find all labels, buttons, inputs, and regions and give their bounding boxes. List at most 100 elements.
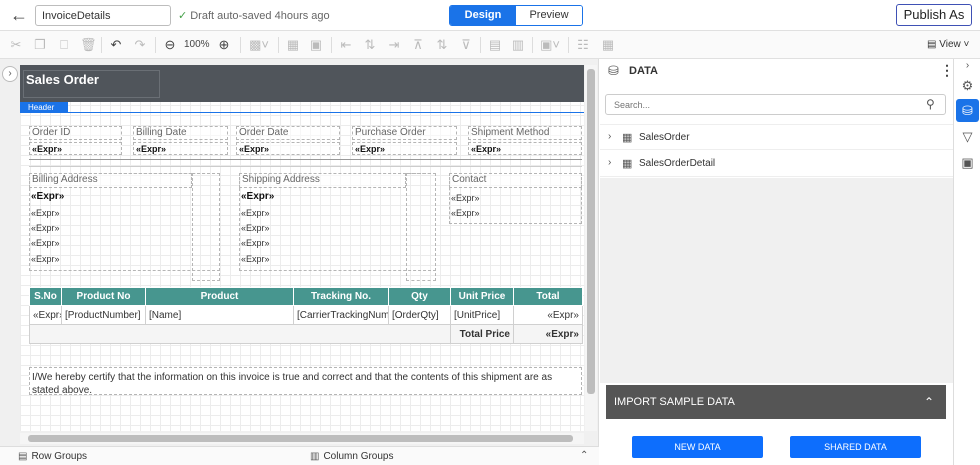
field-value-billing-date[interactable]: «Expr» xyxy=(133,142,228,155)
align-middle-icon[interactable]: ⇅ xyxy=(434,37,450,53)
zoom-out-icon[interactable]: ⊖ xyxy=(162,37,178,53)
copy-icon[interactable]: ❐ xyxy=(32,37,48,53)
chevron-right-icon[interactable]: › xyxy=(956,59,979,73)
dataset-item[interactable]: › ▦ SalesOrder xyxy=(600,124,953,150)
report-page[interactable]: Sales Order Header Order ID «Expr» Billi… xyxy=(20,65,584,431)
field-label-billing-date[interactable]: Billing Date xyxy=(133,126,228,140)
column-header[interactable]: Product xyxy=(145,287,294,306)
distribute-horizontal-icon[interactable]: ▤ xyxy=(487,37,503,53)
field-value-shipment-method[interactable]: «Expr» xyxy=(468,142,582,155)
chevron-right-icon[interactable]: › xyxy=(608,131,611,142)
design-tab[interactable]: Design xyxy=(450,6,516,25)
more-vertical-icon[interactable]: ⋮ xyxy=(940,62,954,79)
field-label-shipment-method[interactable]: Shipment Method xyxy=(468,126,582,140)
shipping-line[interactable]: «Expr» xyxy=(239,207,406,221)
shipping-line[interactable]: «Expr» xyxy=(239,222,406,236)
distribute-vertical-icon[interactable]: ▥ xyxy=(510,37,526,53)
align-top-icon[interactable]: ⊼ xyxy=(410,37,426,53)
table-cell[interactable]: «Expr» xyxy=(513,305,583,325)
shared-data-button[interactable]: SHARED DATA xyxy=(790,436,921,458)
billing-address-label[interactable]: Billing Address xyxy=(29,173,192,188)
table-cell[interactable]: [CarrierTrackingNumber] xyxy=(293,305,389,325)
table-cell[interactable]: [UnitPrice] xyxy=(450,305,514,325)
chevron-up-double-icon[interactable]: ⌃ xyxy=(924,385,934,419)
cut-icon[interactable]: ✂ xyxy=(8,37,24,53)
field-value-purchase-order[interactable]: «Expr» xyxy=(352,142,457,155)
billing-line[interactable]: «Expr» xyxy=(29,222,192,236)
dataset-item[interactable]: › ▦ SalesOrderDetail xyxy=(600,151,953,177)
shipping-address-label[interactable]: Shipping Address xyxy=(239,173,406,188)
column-header[interactable]: Total xyxy=(513,287,583,306)
design-canvas[interactable]: › Sales Order Header Order ID «Expr» Bil… xyxy=(0,59,599,446)
shipping-line[interactable]: «Expr» xyxy=(239,253,406,267)
paste-icon[interactable]: ⎕ xyxy=(56,37,72,53)
autosave-status: ✓ Draft auto-saved 4hours ago xyxy=(178,9,330,22)
report-name-input[interactable] xyxy=(35,5,171,26)
publish-as-button[interactable]: Publish As xyxy=(896,4,972,26)
gear-icon[interactable]: ⚙ xyxy=(956,74,979,97)
scroll-thumb[interactable] xyxy=(28,435,573,442)
order-detail-table[interactable]: S.No Product No Product Tracking No. Qty… xyxy=(29,287,583,344)
table-cell[interactable]: [OrderQty] xyxy=(388,305,451,325)
chevron-right-icon[interactable]: › xyxy=(608,157,611,168)
field-label-purchase-order[interactable]: Purchase Order xyxy=(352,126,457,140)
undo-icon[interactable]: ↶ xyxy=(108,37,124,53)
ungroup-icon[interactable]: ▣ xyxy=(308,37,324,53)
horizontal-scrollbar[interactable] xyxy=(20,433,584,444)
shipping-line[interactable]: «Expr» xyxy=(239,191,406,205)
import-sample-data-bar[interactable]: IMPORT SAMPLE DATA ⌃ xyxy=(606,385,946,419)
column-header[interactable]: Product No xyxy=(61,287,146,306)
filter-icon[interactable]: ▽ xyxy=(956,125,979,148)
view-menu[interactable]: ▤ View ˅ xyxy=(927,39,969,50)
billing-line[interactable]: «Expr» xyxy=(29,191,192,205)
redo-icon[interactable]: ↷ xyxy=(132,37,148,53)
table-cell[interactable] xyxy=(29,324,451,344)
size-icon[interactable]: ▣˅ xyxy=(539,37,561,53)
field-label-order-id[interactable]: Order ID xyxy=(29,126,122,140)
search-input[interactable] xyxy=(605,94,946,115)
new-data-button[interactable]: NEW DATA xyxy=(632,436,763,458)
total-price-value[interactable]: «Expr» xyxy=(513,324,583,344)
align-center-icon[interactable]: ⇅ xyxy=(362,37,378,53)
field-label-order-date[interactable]: Order Date xyxy=(236,126,340,140)
column-groups-toggle[interactable]: ▥ Column Groups xyxy=(310,451,393,462)
divider-line xyxy=(29,159,582,160)
column-header[interactable]: S.No xyxy=(29,287,62,306)
billing-line[interactable]: «Expr» xyxy=(29,237,192,251)
contact-line[interactable]: «Expr» xyxy=(449,207,582,221)
contact-label[interactable]: Contact xyxy=(449,173,582,188)
table-cell[interactable]: [Name] xyxy=(145,305,294,325)
back-arrow-icon[interactable]: ← xyxy=(8,5,30,25)
align-left-icon[interactable]: ⇤ xyxy=(338,37,354,53)
certification-text[interactable]: I/We hereby certify that the information… xyxy=(29,367,582,396)
shipping-line[interactable]: «Expr» xyxy=(239,237,406,251)
image-settings-icon[interactable]: ▣ xyxy=(956,151,979,174)
align-right-icon[interactable]: ⇥ xyxy=(386,37,402,53)
database-icon[interactable]: ⛁ xyxy=(956,99,979,122)
table-cell[interactable]: «Expr» xyxy=(29,305,62,325)
zoom-in-icon[interactable]: ⊕ xyxy=(216,37,232,53)
field-value-order-id[interactable]: «Expr» xyxy=(29,142,122,155)
grid-icon[interactable]: ▦ xyxy=(600,37,616,53)
preview-tab[interactable]: Preview xyxy=(516,6,582,25)
scroll-thumb[interactable] xyxy=(587,69,595,394)
total-price-label[interactable]: Total Price xyxy=(450,324,514,344)
table-cell[interactable]: [ProductNumber] xyxy=(61,305,146,325)
billing-line[interactable]: «Expr» xyxy=(29,253,192,267)
column-header[interactable]: Unit Price xyxy=(450,287,514,306)
billing-line[interactable]: «Expr» xyxy=(29,207,192,221)
row-groups-toggle[interactable]: ▤ Row Groups xyxy=(18,451,87,462)
chevron-right-icon[interactable]: › xyxy=(2,66,18,82)
column-header[interactable]: Qty xyxy=(388,287,451,306)
column-header[interactable]: Tracking No. xyxy=(293,287,389,306)
chevron-up-double-icon[interactable]: ⌃ xyxy=(580,450,588,461)
field-value-order-date[interactable]: «Expr» xyxy=(236,142,340,155)
search-icon[interactable]: ⚲ xyxy=(926,97,935,111)
delete-icon[interactable]: 🗑 xyxy=(80,37,97,53)
arrange-icon[interactable]: ▩˅ xyxy=(248,37,270,53)
contact-line[interactable]: «Expr» xyxy=(449,192,582,206)
align-bottom-icon[interactable]: ⊽ xyxy=(458,37,474,53)
vertical-scrollbar[interactable] xyxy=(585,65,597,431)
snap-grid-icon[interactable]: ☷ xyxy=(575,37,591,53)
group-icon[interactable]: ▦ xyxy=(285,37,301,53)
